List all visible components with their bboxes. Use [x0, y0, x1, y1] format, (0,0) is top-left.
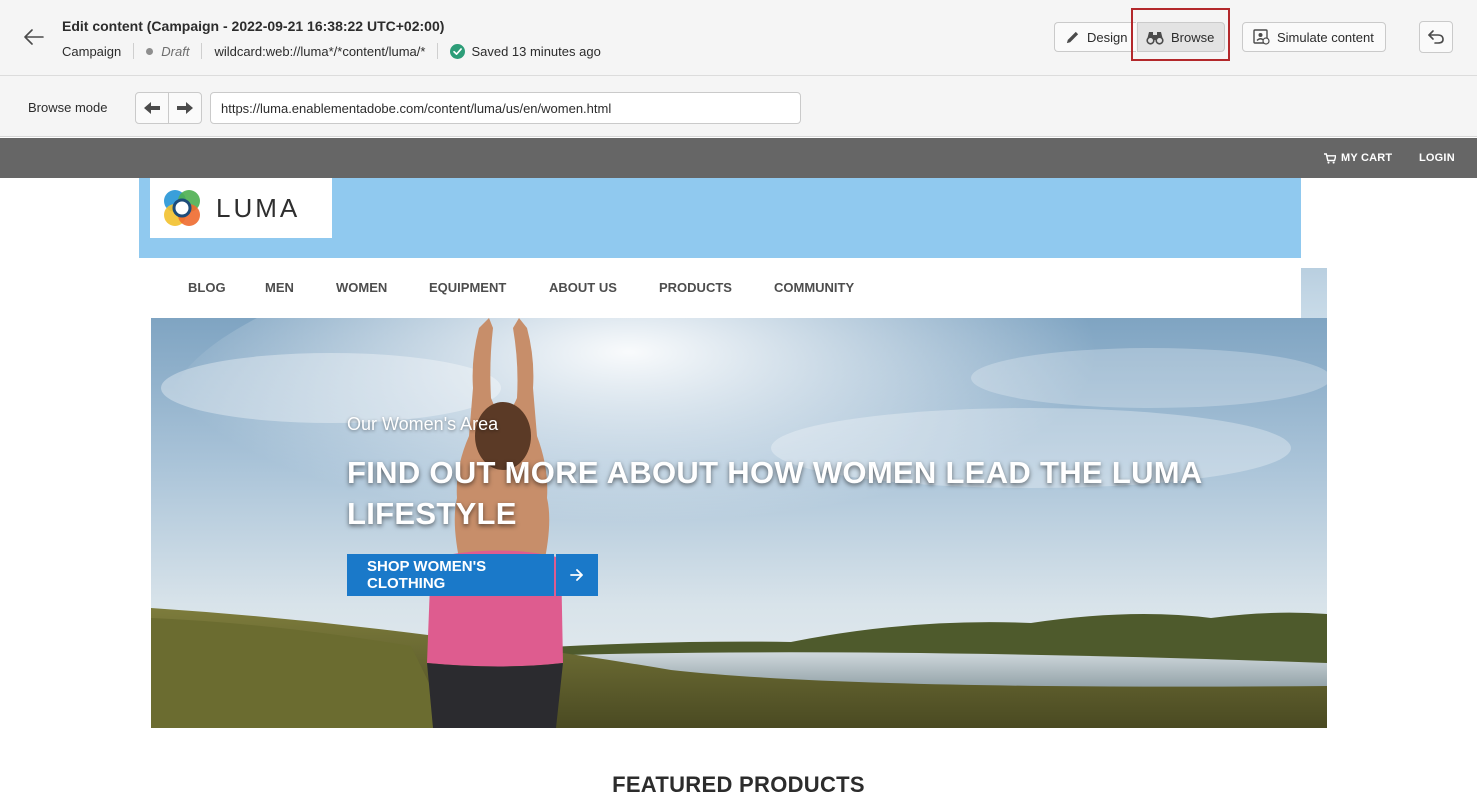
status-dot-icon	[146, 47, 154, 55]
nav-item-women[interactable]: WOMEN	[336, 280, 387, 295]
arrow-left-icon	[144, 102, 160, 114]
binoculars-icon	[1146, 31, 1164, 45]
arrow-right-icon	[556, 554, 598, 596]
undo-icon	[1428, 30, 1444, 44]
arrow-right-icon	[177, 102, 193, 114]
simulate-button-label: Simulate content	[1277, 29, 1374, 45]
hero-subtitle: Our Women's Area	[347, 414, 499, 434]
browse-button-label: Browse	[1171, 29, 1215, 45]
divider	[437, 43, 439, 59]
status-badge: Draft	[161, 43, 190, 59]
back-button[interactable]	[18, 22, 50, 52]
page-title: Edit content (Campaign - 2022-09-21 16:3…	[62, 18, 445, 34]
editor-header: Edit content (Campaign - 2022-09-21 16:3…	[0, 0, 1477, 76]
history-nav	[135, 92, 202, 124]
site-topbar: MY CART LOGIN	[0, 138, 1477, 178]
featured-products-heading: FEATURED PRODUCTS	[612, 772, 865, 797]
simulate-content-button[interactable]: Simulate content	[1242, 22, 1386, 52]
saved-status: Saved 13 minutes ago	[471, 43, 601, 59]
login-label: LOGIN	[1419, 152, 1455, 164]
content-type-label: Campaign	[62, 43, 122, 59]
back-nav-button[interactable]	[136, 93, 168, 123]
url-input[interactable]	[210, 92, 801, 124]
hero-title: FIND OUT MORE ABOUT HOW WOMEN LEAD THE L…	[347, 455, 1202, 531]
login-link[interactable]: LOGIN	[1419, 152, 1455, 164]
forward-nav-button[interactable]	[168, 93, 201, 123]
browse-button[interactable]: Browse	[1137, 22, 1225, 52]
design-button[interactable]: Design	[1054, 22, 1136, 52]
undo-button[interactable]	[1419, 21, 1453, 53]
luma-logo-icon	[164, 190, 200, 226]
my-cart-link[interactable]: MY CART	[1324, 152, 1392, 164]
browse-mode-label: Browse mode	[28, 100, 108, 115]
divider	[201, 43, 203, 59]
meta-row: Campaign Draft wildcard:web://luma*/*con…	[62, 42, 601, 60]
design-button-label: Design	[1087, 29, 1128, 45]
pencil-icon	[1066, 31, 1079, 43]
nav-item-equipment[interactable]: EQUIPMENT	[429, 280, 506, 295]
shop-womens-clothing-button[interactable]: SHOP WOMEN'S CLOTHING	[347, 554, 598, 596]
url-pattern: wildcard:web://luma*/*content/luma/*	[214, 43, 426, 59]
nav-item-blog[interactable]: BLOG	[188, 280, 226, 295]
divider	[133, 43, 135, 59]
hero-edge	[1301, 268, 1327, 318]
nav-item-community[interactable]: COMMUNITY	[774, 280, 854, 295]
hero-banner: Our Women's Area FIND OUT MORE ABOUT HOW…	[151, 318, 1327, 728]
nav-item-products[interactable]: PRODUCTS	[659, 280, 732, 295]
my-cart-label: MY CART	[1341, 152, 1393, 164]
nav-item-men[interactable]: MEN	[265, 280, 294, 295]
checkmark-circle-icon	[450, 43, 466, 59]
nav-item-about-us[interactable]: ABOUT US	[549, 280, 617, 295]
site-nav: BLOG MEN WOMEN EQUIPMENT ABOUT US PRODUC…	[151, 268, 1301, 318]
simulate-icon	[1253, 29, 1270, 45]
browse-bar: Browse mode	[0, 76, 1477, 137]
logo-text: LUMA	[216, 192, 301, 223]
cta-label: SHOP WOMEN'S CLOTHING	[347, 554, 554, 596]
arrow-left-icon	[24, 29, 44, 45]
cart-icon	[1324, 152, 1336, 164]
site-logo[interactable]: LUMA	[150, 178, 332, 238]
